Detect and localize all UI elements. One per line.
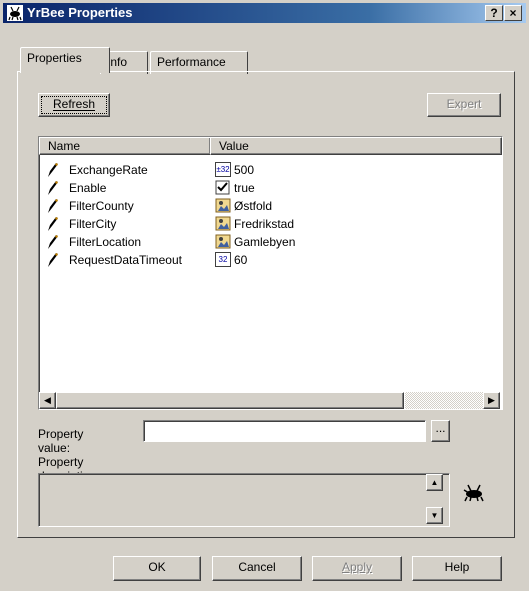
- property-value-label: Property value:: [38, 427, 84, 455]
- property-value: Fredrikstad: [234, 217, 295, 231]
- pencil-icon: [48, 235, 58, 249]
- uint32-icon: 32: [215, 252, 231, 267]
- scroll-track[interactable]: [405, 392, 483, 409]
- property-description-box: [38, 473, 450, 527]
- property-row-filtercity[interactable]: FilterCity Fredrikstad: [41, 215, 481, 233]
- tab-properties[interactable]: Properties: [20, 47, 110, 73]
- property-row-enable[interactable]: Enable true: [41, 179, 481, 197]
- cancel-button[interactable]: Cancel: [212, 556, 302, 581]
- description-scroll-down-button[interactable]: ▼: [426, 507, 443, 524]
- browse-button[interactable]: ...: [431, 420, 450, 442]
- column-header-value[interactable]: Value: [210, 137, 502, 155]
- property-row-requestdatatimeout[interactable]: RequestDataTimeout 32 60: [41, 251, 481, 269]
- close-title-button[interactable]: ×: [504, 5, 522, 21]
- property-row-exchangerate[interactable]: ExchangeRate ±32 500: [41, 161, 481, 179]
- int32-icon: ±32: [215, 162, 231, 177]
- ok-button[interactable]: OK: [113, 556, 201, 581]
- description-scroll-up-button[interactable]: ▲: [426, 474, 443, 491]
- tab-label: Properties: [27, 51, 82, 65]
- property-name: RequestDataTimeout: [69, 253, 182, 267]
- property-value: 60: [234, 253, 248, 267]
- help-button[interactable]: Help: [412, 556, 502, 581]
- title-bar[interactable]: YrBee Properties ? ×: [3, 3, 526, 23]
- tab-label: Info: [107, 55, 128, 69]
- pencil-icon: [48, 181, 58, 195]
- property-value: Østfold: [234, 199, 273, 213]
- apply-button[interactable]: Apply: [312, 556, 402, 581]
- property-name: FilterCity: [69, 217, 117, 231]
- property-value: 500: [234, 163, 255, 177]
- property-name: FilterLocation: [69, 235, 142, 249]
- scroll-thumb[interactable]: [56, 392, 404, 409]
- pencil-icon: [48, 217, 58, 231]
- bee-app-icon: [7, 5, 23, 21]
- column-header-name[interactable]: Name: [39, 137, 211, 155]
- pencil-icon: [48, 163, 58, 177]
- property-name: ExchangeRate: [69, 163, 148, 177]
- help-title-button[interactable]: ?: [485, 5, 503, 21]
- tab-label: Performance: [157, 55, 226, 69]
- scroll-left-button[interactable]: ◀: [39, 392, 56, 409]
- property-name: FilterCounty: [69, 199, 134, 213]
- scroll-right-button[interactable]: ▶: [483, 392, 500, 409]
- expert-button[interactable]: Expert: [427, 93, 501, 117]
- string-icon: [215, 216, 231, 231]
- checkbox-icon: [215, 180, 230, 195]
- horizontal-scrollbar[interactable]: ◀ ▶: [39, 392, 502, 409]
- property-value-input[interactable]: [143, 420, 426, 442]
- pencil-icon: [48, 199, 58, 213]
- property-value: true: [234, 181, 255, 195]
- properties-dialog: YrBee Properties ? × Properties Info Per…: [0, 0, 529, 591]
- property-row-filtercounty[interactable]: FilterCounty Østfold: [41, 197, 481, 215]
- string-icon: [215, 234, 231, 249]
- property-list[interactable]: Name Value ExchangeRate ±32 500 Enable t…: [38, 136, 503, 410]
- window-title: YrBee Properties: [27, 5, 133, 20]
- pencil-icon: [48, 253, 58, 267]
- property-row-filterlocation[interactable]: FilterLocation Gamlebyen: [41, 233, 481, 251]
- property-name: Enable: [69, 181, 107, 195]
- string-icon: [215, 198, 231, 213]
- refresh-button[interactable]: Refresh: [38, 93, 110, 117]
- property-value: Gamlebyen: [234, 235, 296, 249]
- bee-logo-icon: [463, 484, 484, 502]
